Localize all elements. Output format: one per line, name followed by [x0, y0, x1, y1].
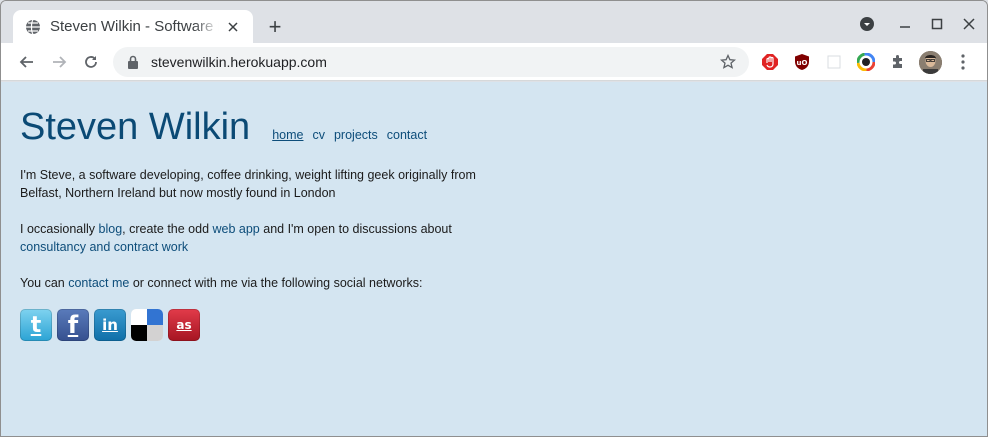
globe-icon: [25, 19, 41, 35]
facebook-icon[interactable]: f: [57, 309, 89, 341]
ublock-icon[interactable]: uO: [792, 52, 812, 72]
work-text-1: I occasionally: [20, 222, 99, 236]
address-bar[interactable]: stevenwilkin.herokuapp.com: [113, 47, 749, 77]
contact-paragraph: You can contact me or connect with me vi…: [20, 274, 480, 292]
stop-extension-icon[interactable]: [760, 52, 780, 72]
contact-text-1: You can: [20, 276, 69, 290]
url-text[interactable]: stevenwilkin.herokuapp.com: [151, 54, 719, 70]
bookmark-star-icon[interactable]: [719, 53, 737, 71]
reload-icon[interactable]: [79, 50, 103, 74]
profile-avatar[interactable]: [919, 51, 942, 74]
lastfm-icon[interactable]: as: [168, 309, 200, 341]
site-header: Steven Wilkin home cv projects contact: [20, 108, 427, 146]
blog-link[interactable]: blog: [99, 222, 123, 236]
nav-contact-link[interactable]: contact: [387, 128, 427, 142]
social-icons: t f in as: [20, 309, 200, 341]
delicious-icon[interactable]: [131, 309, 163, 341]
puzzle-icon[interactable]: [888, 52, 908, 72]
svg-text:uO: uO: [797, 59, 808, 67]
browser-toolbar: stevenwilkin.herokuapp.com uO: [1, 43, 987, 81]
page-viewport: Steven Wilkin home cv projects contact I…: [1, 82, 987, 436]
web-app-link[interactable]: web app: [213, 222, 260, 236]
tab-strip: Steven Wilkin - Software E +: [1, 1, 987, 43]
nav-projects-link[interactable]: projects: [334, 128, 378, 142]
new-tab-button[interactable]: +: [264, 16, 286, 38]
intro-paragraph: I'm Steve, a software developing, coffee…: [20, 168, 476, 200]
back-arrow-icon[interactable]: [15, 50, 39, 74]
lock-icon[interactable]: [125, 54, 141, 70]
linkedin-icon[interactable]: in: [94, 309, 126, 341]
consultancy-link[interactable]: consultancy and contract work: [20, 240, 188, 254]
tab-search-icon[interactable]: [856, 13, 878, 35]
site-nav: home cv projects contact: [272, 128, 427, 142]
tab-close-icon[interactable]: [223, 17, 243, 37]
forward-arrow-icon[interactable]: [47, 50, 71, 74]
tab-active[interactable]: Steven Wilkin - Software E: [13, 10, 253, 43]
color-extension-icon[interactable]: [856, 52, 876, 72]
blank-extension-icon[interactable]: [824, 52, 844, 72]
nav-cv-link[interactable]: cv: [312, 128, 325, 142]
work-text-3: and I'm open to discussions about: [259, 222, 452, 236]
work-text-2: , create the odd: [122, 222, 213, 236]
nav-home-link[interactable]: home: [272, 128, 303, 142]
minimize-icon[interactable]: [894, 13, 916, 35]
contact-text-2: or connect with me via the following soc…: [129, 276, 423, 290]
browser-window: Steven Wilkin - Software E + stevenwilki…: [0, 0, 988, 437]
work-paragraph: I occasionally blog, create the odd web …: [20, 220, 480, 256]
maximize-icon[interactable]: [926, 13, 948, 35]
twitter-icon[interactable]: t: [20, 309, 52, 341]
more-vert-icon[interactable]: [953, 52, 973, 72]
tab-title: Steven Wilkin - Software E: [50, 18, 219, 35]
contact-me-link[interactable]: contact me: [68, 276, 129, 290]
site-title: Steven Wilkin: [20, 106, 251, 148]
close-window-icon[interactable]: [958, 13, 980, 35]
